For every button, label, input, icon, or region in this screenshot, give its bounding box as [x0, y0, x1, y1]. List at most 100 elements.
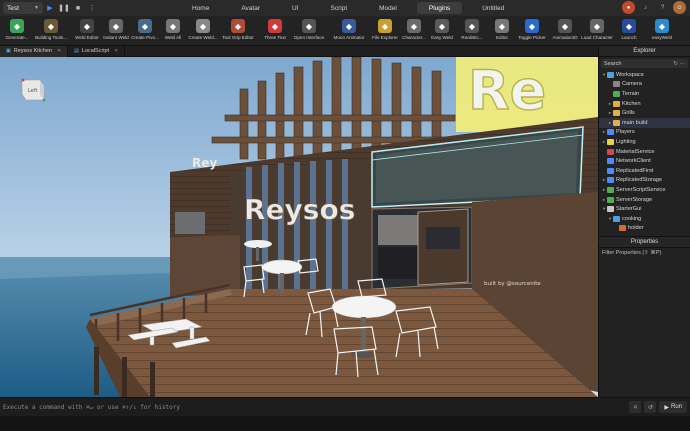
ribbon-tabs: Home Avatar UI Script Model Plugins Untitled [180, 2, 524, 14]
building-tools-icon: ◆ [44, 19, 58, 33]
plugin-button-create-weld[interactable]: ◆ Create Weld... [186, 19, 220, 40]
plugin-button-editor[interactable]: ◆ Editor [485, 19, 519, 40]
plugin-button-label: Editor [495, 35, 508, 40]
explorer-tree: ▾ Workspace Camera Terrain ▸ Kitchen ▸ Grills ▸ m… [599, 70, 690, 233]
tab-ui[interactable]: UI [280, 2, 311, 14]
open-interface-icon: ◆ [302, 19, 316, 33]
plugin-button-three-text[interactable]: ◆ Three Text [258, 19, 292, 40]
help-icon[interactable]: ? [656, 1, 669, 14]
plugin-button-realistic[interactable]: ◆ Realistic... [455, 19, 489, 40]
bookmark-icon[interactable]: ⌑ [629, 401, 642, 413]
plugin-button-label: Building Tools... [34, 35, 68, 40]
explorer-item-label: NetworkClient [616, 158, 651, 165]
stop-icon[interactable]: ■ [71, 2, 85, 14]
place-selector[interactable]: Test ▼ [3, 2, 43, 14]
explorer-item-label: StarterGui [616, 206, 642, 213]
explorer-item[interactable]: ▸ Lighting [599, 137, 690, 147]
explorer-item[interactable]: Camera [599, 80, 690, 90]
plugin-button-label: easyWeld [651, 35, 673, 40]
explorer-item[interactable]: holder [599, 224, 690, 234]
plugin-button-label: Create Weld... [188, 35, 218, 40]
avatar-icon[interactable]: ● [622, 1, 635, 14]
command-input[interactable]: Execute a command with ⌘↵ or use ⌘↑/↓ fo… [3, 404, 180, 411]
explorer-search-input[interactable]: Search ↻ ⋯ [601, 59, 688, 68]
explorer-item[interactable]: NetworkClient [599, 156, 690, 166]
tab-avatar[interactable]: Avatar [229, 2, 272, 14]
explorer-item[interactable]: Terrain [599, 89, 690, 99]
explorer-item[interactable]: ▸ Players [599, 128, 690, 138]
play-icon[interactable]: ▶ [43, 2, 57, 14]
explorer-item[interactable]: ▸ ReplicatedStorage [599, 176, 690, 186]
plugin-button-label: Toggle Picker [518, 35, 546, 40]
close-icon[interactable]: ✕ [57, 48, 61, 54]
tab-model[interactable]: Model [367, 2, 409, 14]
plugin-button-moon-animator[interactable]: ◆ Moon Animator [332, 19, 366, 40]
folder-icon [613, 110, 620, 117]
plugin-button-label: AnimationID [552, 35, 578, 40]
plugin-button-building-tools[interactable]: ◆ Building Tools... [34, 19, 68, 40]
explorer-item-label: cooking [622, 215, 642, 222]
folder-icon [613, 100, 620, 107]
plugin-button-toggle-picker[interactable]: ◆ Toggle Picker [515, 19, 549, 40]
document-tabs: ▣ Reysos Kitchen ✕ ▤ LocalScript ✕ [0, 45, 598, 57]
tool-grip-icon: ◆ [231, 19, 245, 33]
character-icon: ◆ [407, 19, 421, 33]
load-character-icon: ◆ [590, 19, 604, 33]
explorer-item[interactable]: ▾ cooking [599, 214, 690, 224]
explorer-item[interactable]: ▸ Kitchen [599, 99, 690, 109]
explorer-item-label: ReplicatedStorage [616, 177, 663, 184]
file-explorer-icon: ◆ [378, 19, 392, 33]
view-cube[interactable]: Left [14, 74, 48, 106]
doc-tab-reysos-kitchen[interactable]: ▣ Reysos Kitchen ✕ [0, 45, 69, 57]
server-script-icon [607, 186, 614, 193]
plugin-button-label: Tool Grip Editor [222, 35, 254, 40]
lighting-icon [607, 138, 614, 145]
pause-icon[interactable]: ❚❚ [57, 2, 71, 14]
explorer-item[interactable]: ▸ Grills [599, 108, 690, 118]
run-button[interactable]: ▶ Run [659, 401, 687, 413]
explorer-item-label: holder [628, 225, 644, 232]
plugin-button-generate[interactable]: ◆ Generate... [0, 19, 34, 40]
explorer-item[interactable]: ▾ StarterGui [599, 204, 690, 214]
moon-animator-icon: ◆ [342, 19, 356, 33]
run-icon: ▶ [664, 404, 669, 411]
explorer-panel: Explorer Search ↻ ⋯ ▾ Workspace Camera Terr… [598, 46, 690, 236]
explorer-item[interactable]: ReplicatedFirst [599, 166, 690, 176]
tab-untitled[interactable]: Untitled [470, 2, 516, 14]
properties-filter-placeholder: Filter Properties (⇧ ⌘P) [602, 250, 662, 256]
plugin-button-load-character[interactable]: ◆ Load Character [580, 19, 614, 40]
explorer-item[interactable]: ▾ Workspace [599, 70, 690, 80]
tab-plugins[interactable]: Plugins [416, 2, 463, 14]
screen-gui-icon [613, 215, 620, 222]
plugin-button-tool-grip[interactable]: ◆ Tool Grip Editor [221, 19, 255, 40]
bell-icon[interactable]: ♪ [639, 1, 652, 14]
explorer-item-label: Workspace [616, 71, 644, 78]
close-icon[interactable]: ✕ [114, 48, 118, 54]
explorer-item[interactable]: ▸ ServerStorage [599, 195, 690, 205]
more-icon[interactable]: ⋮ [85, 2, 99, 14]
plugin-button-animation-id[interactable]: ◆ AnimationID [548, 19, 582, 40]
plugin-button-easyweld[interactable]: ◆ easyWeld [645, 19, 679, 40]
launch-icon: ◆ [622, 19, 636, 33]
replicated-storage-icon [607, 177, 614, 184]
explorer-title: Explorer [633, 48, 656, 54]
starter-gui-icon [607, 206, 614, 213]
tab-home[interactable]: Home [180, 2, 221, 14]
3d-viewport[interactable]: Re Reysos Rey built by @sourcenite Left [0, 57, 598, 397]
plugin-button-easy-weld[interactable]: ◆ Easy Weld [425, 19, 459, 40]
explorer-item[interactable]: ▸ ServerScriptService [599, 185, 690, 195]
doc-tab-localscript[interactable]: ▤ LocalScript ✕ [68, 45, 126, 57]
plugin-button-open-interface[interactable]: ◆ Open Interface [292, 19, 326, 40]
explorer-item[interactable]: ▸ main build [599, 117, 690, 128]
properties-filter-input[interactable]: Filter Properties (⇧ ⌘P) [599, 248, 690, 258]
explorer-item[interactable]: MaterialService [599, 147, 690, 157]
plugin-button-label: File Explorer [372, 35, 398, 40]
tab-script[interactable]: Script [319, 2, 360, 14]
profile-icon[interactable]: ☺ [673, 1, 686, 14]
history-icon[interactable]: ↺ [644, 401, 657, 413]
plugin-button-launch[interactable]: ◆ Launch [612, 19, 646, 40]
plugin-button-label: Easy Weld [431, 35, 453, 40]
plugin-button-weld-all[interactable]: ◆ Weld All [156, 19, 190, 40]
explorer-item-label: Lighting [616, 138, 636, 145]
refresh-icon[interactable]: ↻ ⋯ [673, 61, 685, 67]
